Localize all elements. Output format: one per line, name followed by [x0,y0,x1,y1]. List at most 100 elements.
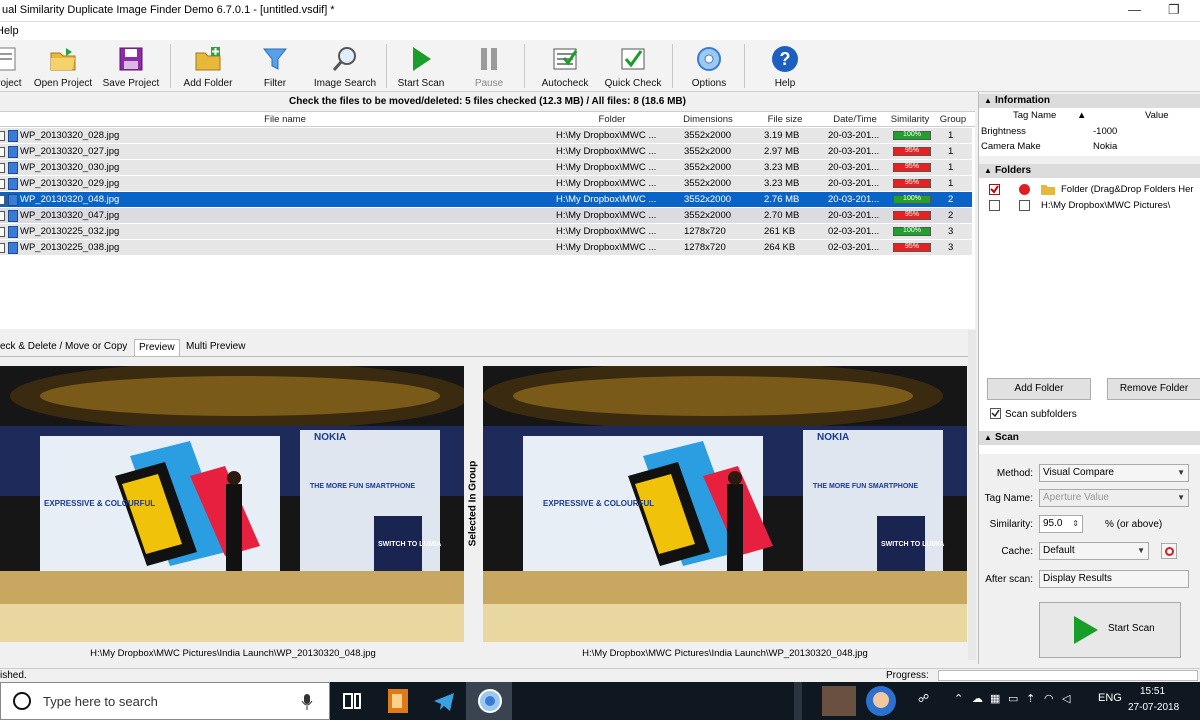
exclude-icon[interactable] [1019,184,1030,195]
tab-preview[interactable]: Preview [134,339,180,356]
similarity-bar: 95% [893,163,931,172]
cache-select[interactable]: Default ▼ [1039,542,1149,560]
table-row[interactable]: WP_20130320_047.jpg H:\My Dropbox\MWC ...… [0,208,972,224]
cell-folder: H:\My Dropbox\MWC ... [556,226,657,237]
row-checkbox[interactable] [0,131,5,141]
table-row[interactable]: WP_20130320_029.jpg H:\My Dropbox\MWC ...… [0,176,972,192]
maximize-button[interactable]: ❐ [1168,2,1180,18]
row-checkbox[interactable] [0,211,5,221]
options-button[interactable]: Options [684,42,734,90]
clock-date[interactable]: 27-07-2018 [1128,702,1179,713]
add-folder-button[interactable]: Add Folder [180,42,236,90]
col-folder[interactable]: Folder [556,114,668,125]
preview-scrollbar[interactable] [968,330,976,660]
microphone-icon[interactable] [301,693,313,711]
table-row[interactable]: WP_20130225_038.jpg H:\My Dropbox\MWC ...… [0,240,972,256]
onedrive-icon[interactable]: ☁ [972,692,983,705]
help-button[interactable]: ? Help [764,42,806,90]
duplicate-finder-app-icon[interactable] [474,685,506,717]
new-project-button[interactable]: Project [0,42,26,90]
add-folder-panel-button[interactable]: Add Folder [987,378,1091,400]
banner-left-text: EXPRESSIVE & COLOURFUL [44,499,155,508]
taskbar-search[interactable]: Type here to search [0,682,330,720]
table-row[interactable]: WP_20130320_030.jpg H:\My Dropbox\MWC ...… [0,160,972,176]
clear-cache-button[interactable] [1161,543,1177,559]
task-view-icon[interactable] [336,685,368,717]
folders-header[interactable]: ▲ Folders [979,164,1200,178]
folder-1-checkbox[interactable] [989,200,1000,211]
banner-switch-text-2: SWITCH TO LUMIA [881,541,944,548]
tag-name-select[interactable]: Aperture Value ▼ [1039,489,1189,507]
autocheck-button[interactable]: Autocheck [536,42,594,90]
quick-check-button[interactable]: Quick Check [600,42,666,90]
menu-bar: Help [0,22,1200,40]
image-file-icon [8,146,18,158]
col-file-size[interactable]: File size [748,114,822,125]
scan-subfolders-checkbox[interactable] [990,408,1001,419]
open-project-button[interactable]: Open Project [30,42,96,90]
similarity-value: 95% [904,243,919,250]
table-row[interactable]: WP_20130320_027.jpg H:\My Dropbox\MWC ...… [0,144,972,160]
row-checkbox[interactable] [0,163,5,173]
pause-button[interactable]: Pause [466,42,512,90]
image-file-icon [8,178,18,190]
office-app-icon[interactable] [382,685,414,717]
after-scan-select[interactable]: Display Results [1039,570,1189,588]
table-row[interactable]: WP_20130320_028.jpg H:\My Dropbox\MWC ...… [0,128,972,144]
scan-header[interactable]: ▲ Scan [979,431,1200,445]
funnel-icon [262,48,288,70]
table-row[interactable]: WP_20130320_048.jpg H:\My Dropbox\MWC ...… [0,192,972,208]
battery-icon[interactable]: ▭ [1008,692,1018,705]
row-checkbox[interactable] [0,179,5,189]
network-icon[interactable]: ▦ [990,692,1000,705]
contact-avatar-2[interactable] [866,686,896,716]
info-col-value[interactable]: Value [1145,110,1169,121]
cell-date: 20-03-201... [828,178,880,189]
wifi-icon[interactable]: ◠ [1044,692,1054,705]
folder-0-checkbox[interactable] [989,184,1000,195]
tab-multi-preview[interactable]: Multi Preview [182,339,249,356]
remove-folder-button[interactable]: Remove Folder [1107,378,1200,400]
start-scan-button[interactable]: Start Scan [1039,602,1181,658]
telegram-icon[interactable] [428,685,460,717]
language-indicator[interactable]: ENG [1098,692,1122,704]
chevron-up-icon[interactable]: ⌃ [954,692,963,705]
usb-icon[interactable]: ⇡ [1026,692,1035,705]
row-checkbox[interactable] [0,243,5,253]
col-dimensions[interactable]: Dimensions [672,114,744,125]
taskbar: Type here to search ☍ ⌃ ☁ ▦ ▭ ⇡ ◠ ◁ ENG … [0,682,1200,720]
clock-time[interactable]: 15:51 [1140,686,1165,697]
row-checkbox[interactable] [0,195,5,205]
chevron-down-icon: ▼ [1137,546,1145,555]
method-select[interactable]: Visual Compare ▼ [1039,464,1189,482]
minimize-button[interactable]: — [1128,2,1141,17]
filter-label: Filter [263,78,287,89]
save-project-label: Save Project [102,78,160,89]
table-row[interactable]: WP_20130225_032.jpg H:\My Dropbox\MWC ...… [0,224,972,240]
tab-check-delete[interactable]: eck & Delete / Move or Copy [0,339,131,356]
start-scan-toolbar-button[interactable]: Start Scan [394,42,448,90]
clear-cache-icon [1165,547,1174,556]
contact-avatar-1[interactable] [822,686,856,716]
save-project-button[interactable]: Save Project [100,42,162,90]
similarity-input[interactable]: 95.0 ⇕ [1039,515,1083,533]
menu-help[interactable]: Help [0,25,19,37]
row-checkbox[interactable] [0,147,5,157]
col-date-time[interactable]: Date/Time [826,114,884,125]
row-checkbox[interactable] [0,227,5,237]
preview-left-image: EXPRESSIVE & COLOURFUL NOKIA THE MORE FU… [0,366,464,642]
volume-icon[interactable]: ◁ [1062,692,1070,705]
col-file-name[interactable]: File name [20,114,550,125]
info-col-tag[interactable]: Tag Name [1013,110,1056,121]
col-similarity[interactable]: Similarity [886,114,934,125]
quick-check-label: Quick Check [604,78,662,89]
folder-1-exclude-checkbox[interactable] [1019,200,1030,211]
col-group[interactable]: Group [936,114,970,125]
information-header[interactable]: ▲ Information [979,94,1200,108]
filter-button[interactable]: Filter [252,42,298,90]
people-icon[interactable]: ☍ [918,692,929,705]
image-search-button[interactable]: Image Search [310,42,380,90]
cell-dims: 3552x2000 [684,130,732,141]
status-bar: ished. Progress: [0,668,1200,682]
chevron-down-icon: ▼ [1177,468,1185,477]
